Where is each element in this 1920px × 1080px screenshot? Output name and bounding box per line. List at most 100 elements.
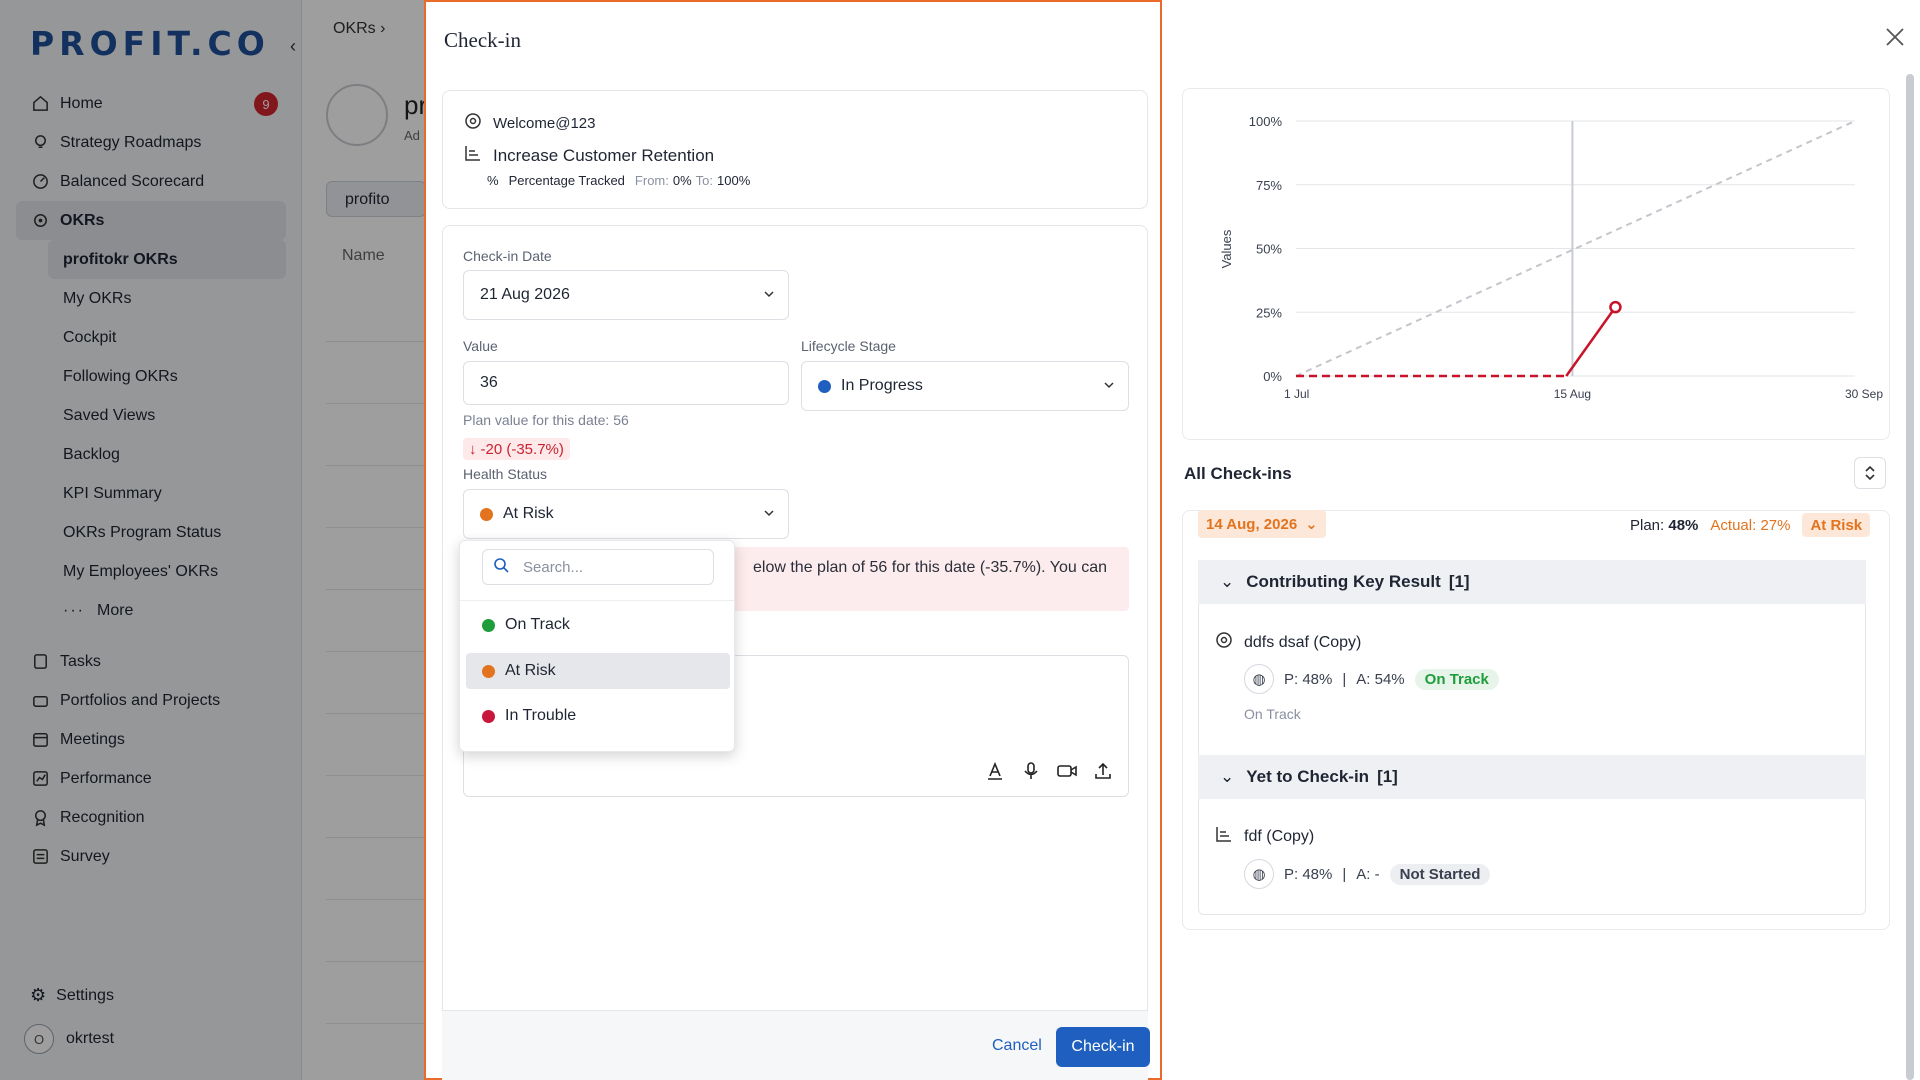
kr-metric-icon	[1214, 824, 1234, 849]
to-value: 100%	[717, 173, 751, 188]
globe-icon: ◍	[1244, 664, 1274, 694]
kr-title-line: Increase Customer Retention	[463, 143, 714, 168]
from-value: 0%	[672, 173, 692, 188]
at-risk-dot-icon	[480, 507, 493, 521]
checkin-date-chip[interactable]: 14 Aug, 2026 ⌄	[1198, 510, 1326, 538]
value-input[interactable]: 36	[463, 361, 789, 405]
kr-item-meta: ◍ P: 48% | A: - Not Started	[1244, 859, 1491, 889]
checkin-date-picker[interactable]: 21 Aug 2026	[463, 270, 789, 320]
x-tick-label: 15 Aug	[1554, 387, 1591, 401]
on-track-dot-icon	[482, 618, 495, 632]
kr-item-note: On Track	[1244, 706, 1301, 722]
value-label: Value	[463, 338, 498, 354]
kr-metric-icon	[463, 143, 483, 168]
target-icon	[463, 111, 483, 136]
plan-label: Plan:	[1630, 516, 1665, 534]
variance-badge: ↓ -20 (-35.7%)	[463, 438, 570, 460]
actual-value: 27%	[1760, 516, 1791, 534]
chevron-down-icon	[762, 506, 776, 525]
option-label: On Track	[505, 616, 570, 633]
arrow-down-icon: ↓	[469, 440, 477, 458]
y-axis-label: Values	[1219, 229, 1234, 268]
y-tick-label: 0%	[1263, 369, 1282, 384]
kr-item-meta: ◍ P: 48% | A: 54% On Track	[1244, 664, 1499, 694]
checkin-date-value: 21 Aug 2026	[480, 286, 570, 303]
actual-series-line	[1565, 306, 1617, 377]
globe-icon: ◍	[1244, 859, 1274, 889]
percent-icon: %	[487, 173, 499, 188]
status-badge: Not Started	[1389, 863, 1491, 885]
health-status-select[interactable]: At Risk	[463, 489, 789, 539]
cancel-button[interactable]: Cancel	[992, 1037, 1042, 1055]
x-tick-label: 30 Sep	[1845, 387, 1883, 401]
modal-footer: Cancel Check-in	[442, 1010, 1150, 1080]
from-label: From:	[634, 173, 669, 188]
actual-percent: A: 54%	[1356, 670, 1405, 688]
status-badge: At Risk	[1802, 513, 1871, 537]
checkin-summary: Plan: 48% Actual: 27% At Risk	[1630, 513, 1871, 537]
kr-name: Increase Customer Retention	[493, 145, 715, 165]
kr-item[interactable]: ddfs dsaf (Copy)	[1214, 630, 1361, 655]
chevron-down-icon: ⌄	[1305, 516, 1318, 533]
kr-item-name: fdf (Copy)	[1244, 827, 1315, 845]
option-on-track[interactable]: On Track	[466, 607, 730, 643]
plan-value: 48%	[1668, 516, 1699, 534]
progress-chart-svg: 100% 75% 50% 25% 0%1 Jul 15 Aug 30 Sep Values	[1219, 114, 1883, 401]
health-status-dropdown: Search... On Track At Risk In Trouble	[459, 540, 735, 752]
chevron-down-icon: ⌄	[1220, 572, 1235, 591]
kr-tracking: % Percentage Tracked From: 0% To: 100%	[487, 173, 750, 188]
modal-title: Check-in	[444, 28, 521, 52]
in-progress-dot-icon	[818, 379, 831, 393]
search-placeholder: Search...	[523, 558, 584, 576]
kr-summary-card: Welcome@123 Increase Customer Retention …	[442, 90, 1148, 209]
y-tick-label: 25%	[1256, 305, 1282, 320]
dropdown-search-input[interactable]: Search...	[482, 549, 714, 585]
health-status-value: At Risk	[503, 505, 554, 522]
search-icon	[493, 557, 509, 577]
y-tick-label: 50%	[1256, 242, 1282, 257]
chevron-down-icon	[762, 287, 776, 306]
at-risk-dot-icon	[482, 664, 495, 678]
plan-percent: P: 48%	[1284, 865, 1333, 883]
to-label: To:	[695, 173, 714, 188]
x-tick-label: 1 Jul	[1284, 387, 1309, 401]
lifecycle-value: In Progress	[841, 377, 923, 394]
kr-owner-name: Welcome@123	[493, 115, 596, 132]
option-in-trouble[interactable]: In Trouble	[466, 698, 730, 734]
tracking-type: Percentage Tracked	[508, 173, 625, 188]
checkin-date-label: 14 Aug, 2026	[1206, 515, 1298, 533]
section-body	[1198, 799, 1866, 915]
target-icon	[1214, 630, 1234, 655]
checkin-date-label: Check-in Date	[463, 248, 552, 264]
close-icon[interactable]	[1884, 26, 1906, 48]
health-status-label: Health Status	[463, 466, 548, 482]
option-at-risk[interactable]: At Risk	[466, 653, 730, 689]
option-label: In Trouble	[505, 707, 577, 724]
chevron-down-icon	[1102, 378, 1116, 397]
kr-item[interactable]: fdf (Copy)	[1214, 824, 1314, 849]
progress-chart: 100% 75% 50% 25% 0% 1 Jul 15 Aug 30 Sep Values	[1182, 88, 1890, 440]
in-trouble-dot-icon	[482, 709, 495, 723]
section-title: Yet to Check-in	[1246, 767, 1370, 786]
video-icon[interactable]	[1056, 760, 1078, 782]
variance-value: -20 (-35.7%)	[480, 440, 564, 458]
actual-percent: A: -	[1356, 865, 1380, 883]
upload-icon[interactable]	[1092, 760, 1114, 782]
section-yet-to-checkin[interactable]: ⌄ Yet to Check-in [1]	[1198, 755, 1866, 799]
microphone-icon[interactable]	[1020, 760, 1042, 782]
lifecycle-label: Lifecycle Stage	[801, 338, 896, 354]
kr-item-name: ddfs dsaf (Copy)	[1244, 633, 1362, 651]
section-count: [1]	[1448, 572, 1470, 591]
sort-toggle-button[interactable]	[1854, 457, 1886, 489]
plan-hint: Plan value for this date: 56	[463, 412, 629, 428]
chevron-down-icon: ⌄	[1220, 767, 1235, 786]
checkin-submit-button[interactable]: Check-in	[1056, 1027, 1150, 1067]
kr-owner: Welcome@123	[463, 111, 596, 136]
text-format-icon[interactable]	[984, 760, 1006, 782]
lifecycle-select[interactable]: In Progress	[801, 361, 1129, 411]
section-contributing-kr[interactable]: ⌄ Contributing Key Result [1]	[1198, 560, 1866, 604]
plan-percent: P: 48%	[1284, 670, 1333, 688]
section-count: [1]	[1377, 767, 1398, 786]
scrollbar[interactable]	[1906, 74, 1914, 1080]
option-label: At Risk	[505, 662, 556, 679]
